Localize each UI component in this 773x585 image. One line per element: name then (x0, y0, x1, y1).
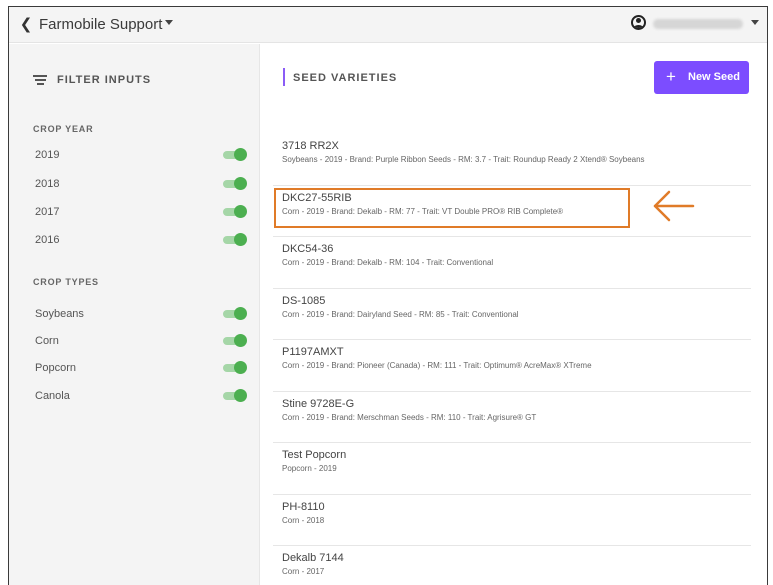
list-item[interactable]: Stine 9728E-G Corn - 2019 - Brand: Mersc… (273, 392, 751, 443)
seed-detail: Popcorn - 2019 (282, 464, 337, 473)
toggle-knob (234, 361, 247, 374)
org-selector[interactable]: Farmobile Support (39, 16, 162, 34)
seed-varieties-panel: SEED VARIETIES + New Seed 3718 RR2X Soyb… (261, 44, 767, 585)
chevron-left-icon[interactable]: ❮ (19, 16, 33, 34)
toggle-corn[interactable] (223, 334, 247, 347)
filter-row-canola: Canola (35, 388, 247, 406)
seed-name: PH-8110 (282, 500, 325, 513)
list-item[interactable]: DKC54-36 Corn - 2019 - Brand: Dekalb - R… (273, 237, 751, 289)
list-item[interactable]: P1197AMXT Corn - 2019 - Brand: Pioneer (… (273, 340, 751, 392)
arrow-left-icon (653, 190, 695, 221)
filter-label: 2018 (35, 178, 60, 190)
seed-name: 3718 RR2X (282, 140, 339, 152)
seed-name: DKC54-36 (282, 243, 334, 255)
toggle-knob (234, 307, 247, 320)
toggle-popcorn[interactable] (223, 361, 247, 374)
crop-year-label: CROP YEAR (33, 124, 94, 134)
list-item[interactable]: DS-1085 Corn - 2019 - Brand: Dairyland S… (273, 289, 751, 340)
toggle-year-2018[interactable] (223, 177, 247, 190)
toggle-knob (234, 205, 247, 218)
toggle-knob (234, 148, 247, 161)
seed-list: 3718 RR2X Soybeans - 2019 - Brand: Purpl… (273, 134, 751, 585)
filter-row-year-2018: 2018 (35, 176, 247, 194)
top-bar: ❮ Farmobile Support (9, 7, 767, 43)
toggle-soybeans[interactable] (223, 307, 247, 320)
toggle-knob (234, 233, 247, 246)
filter-label: 2019 (35, 149, 60, 161)
seed-detail: Corn - 2017 (282, 567, 325, 576)
filter-label: 2016 (35, 234, 60, 246)
seed-detail: Corn - 2019 - Brand: Dekalb - RM: 104 - … (282, 258, 494, 267)
seed-detail: Corn - 2018 (282, 515, 325, 525)
filter-label: Canola (35, 390, 70, 402)
page-title: SEED VARIETIES (293, 72, 398, 84)
user-name-blurred[interactable] (653, 19, 743, 29)
toggle-knob (234, 177, 247, 190)
seed-name: DS-1085 (282, 294, 326, 307)
user-menu-caret-icon[interactable] (751, 20, 759, 25)
filter-row-corn: Corn (35, 333, 247, 351)
list-item[interactable]: Dekalb 7144 Corn - 2017 (273, 546, 751, 585)
seed-name: P1197AMXT (282, 346, 344, 358)
filter-label: 2017 (35, 206, 60, 218)
new-seed-button[interactable]: + New Seed (654, 61, 749, 94)
seed-detail: Corn - 2019 - Brand: Dairyland Seed - RM… (282, 309, 519, 319)
toggle-year-2016[interactable] (223, 233, 247, 246)
title-accent-bar (283, 68, 285, 86)
list-item[interactable]: 3718 RR2X Soybeans - 2019 - Brand: Purpl… (273, 134, 751, 186)
list-item[interactable]: PH-8110 Corn - 2018 (273, 495, 751, 546)
toggle-year-2019[interactable] (223, 148, 247, 161)
filter-row-year-2017: 2017 (35, 204, 247, 222)
seed-name: Stine 9728E-G (282, 397, 355, 410)
seed-name: Dekalb 7144 (282, 552, 344, 564)
seed-name: DKC27-55RIB (282, 191, 352, 204)
filter-row-popcorn: Popcorn (35, 360, 247, 378)
filter-label: Soybeans (35, 308, 84, 320)
filter-list-icon (33, 75, 47, 85)
filter-inputs-title: FILTER INPUTS (57, 74, 152, 86)
filter-row-year-2016: 2016 (35, 232, 247, 250)
seed-name: Test Popcorn (282, 449, 347, 461)
filter-row-year-2019: 2019 (35, 147, 247, 165)
app-window: ❮ Farmobile Support FILTER INPUTS CROP Y… (8, 6, 768, 585)
toggle-year-2017[interactable] (223, 205, 247, 218)
caret-down-icon[interactable] (165, 20, 173, 25)
filter-row-soybeans: Soybeans (35, 306, 247, 324)
filter-sidebar: FILTER INPUTS CROP YEAR 2019 2018 2017 2… (9, 44, 260, 585)
filter-label: Popcorn (35, 362, 76, 374)
seed-detail: Corn - 2019 - Brand: Merschman Seeds - R… (282, 412, 537, 422)
list-item[interactable]: Test Popcorn Popcorn - 2019 (273, 443, 751, 495)
toggle-knob (234, 334, 247, 347)
seed-detail: Corn - 2019 - Brand: Dekalb - RM: 77 - T… (282, 206, 564, 216)
toggle-knob (234, 389, 247, 402)
crop-types-label: CROP TYPES (33, 277, 99, 287)
toggle-canola[interactable] (223, 389, 247, 402)
filter-label: Corn (35, 335, 59, 347)
seed-detail: Soybeans - 2019 - Brand: Purple Ribbon S… (282, 155, 645, 164)
list-item[interactable]: DKC27-55RIB Corn - 2019 - Brand: Dekalb … (273, 186, 751, 237)
plus-icon: + (666, 67, 676, 86)
new-seed-label: New Seed (688, 71, 740, 83)
seed-detail: Corn - 2019 - Brand: Pioneer (Canada) - … (282, 361, 592, 370)
user-circle-icon[interactable] (631, 15, 646, 30)
